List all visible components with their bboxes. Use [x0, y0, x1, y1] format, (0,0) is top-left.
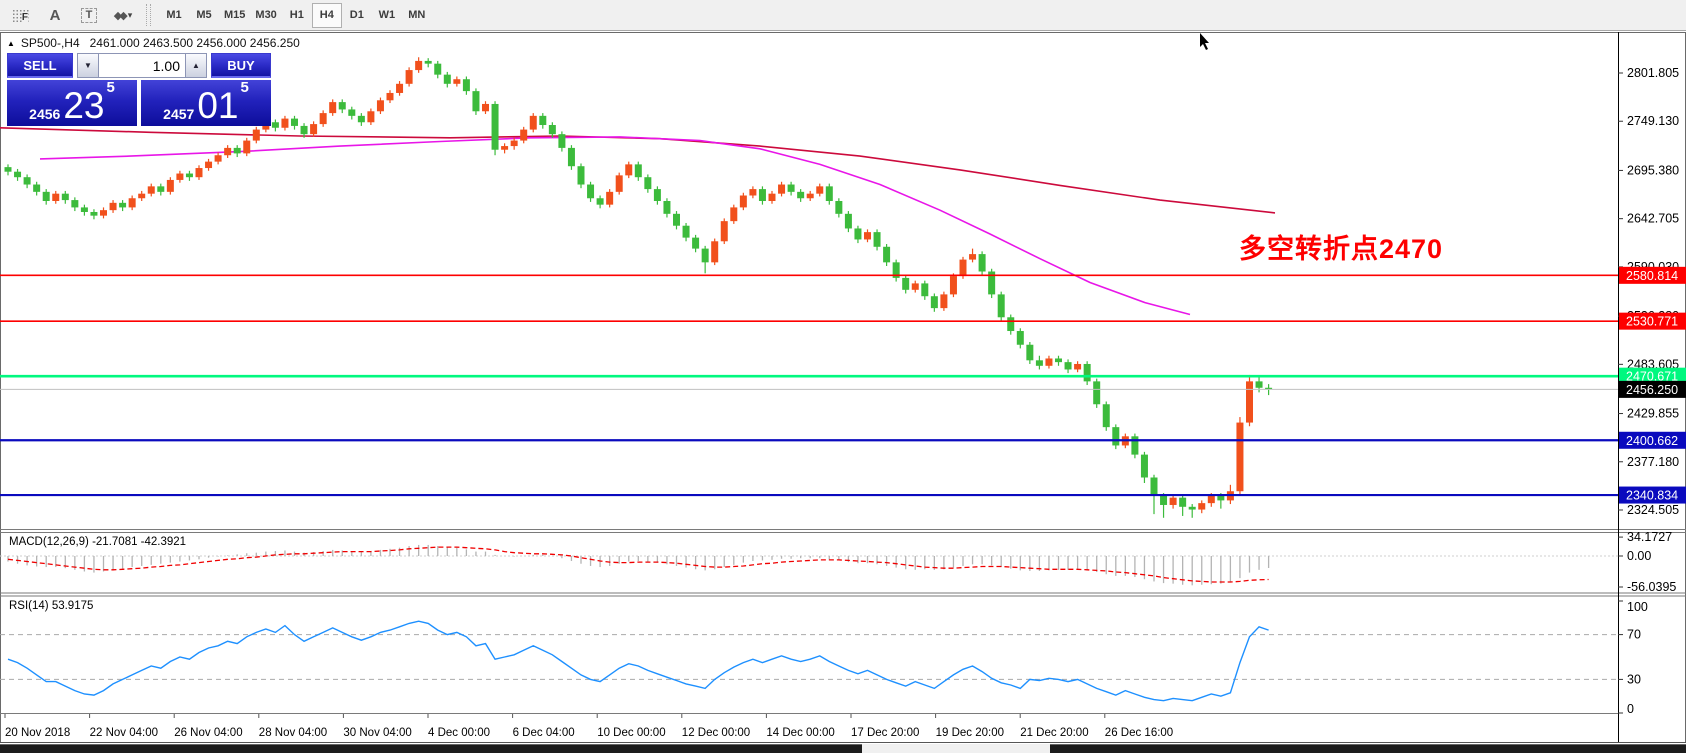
buy-price-pips: 01	[197, 89, 238, 122]
tf-button-M5[interactable]: M5	[189, 3, 219, 28]
sell-button[interactable]: SELL	[7, 53, 73, 78]
text-letter: A	[50, 7, 61, 24]
bottom-window-border-right	[1050, 744, 1686, 753]
timeframes-toolbar: M1M5M15M30H1H4D1W1MN	[159, 0, 432, 30]
sell-price-pips: 23	[63, 89, 104, 122]
dropdown-caret-icon: ▾	[128, 10, 133, 21]
volume-decrease-button[interactable]: ▼	[77, 53, 99, 78]
volume-input[interactable]	[99, 53, 185, 78]
tf-button-H1[interactable]: H1	[282, 3, 312, 28]
collapse-icon[interactable]: ▲	[7, 39, 15, 48]
buy-price-box[interactable]: 2457 01 5	[141, 80, 271, 126]
arrows-glyph: ◆◆	[114, 9, 125, 22]
mt4-window: F A T ◆◆▾ M1M5M15M30H1H4D1W1MN ▲ SP500-,H4 …	[0, 0, 1686, 753]
one-click-trading-panel: SELL ▼ ▲ BUY 2456 23 5 2457 01 5	[7, 53, 271, 126]
toolbar-separator	[146, 4, 151, 26]
tf-button-M15[interactable]: M15	[219, 3, 250, 28]
tf-button-MN[interactable]: MN	[402, 3, 432, 28]
rsi-pane[interactable]	[1, 597, 1619, 714]
chart-header: ▲ SP500-,H4 2461.000 2463.500 2456.000 2…	[7, 36, 300, 50]
fibonacci-tool-icon[interactable]: F	[6, 3, 36, 27]
time-axis[interactable]	[1, 716, 1619, 742]
tf-button-D1[interactable]: D1	[342, 3, 372, 28]
tf-button-H4[interactable]: H4	[312, 3, 342, 28]
label-letter: T	[81, 8, 98, 23]
macd-indicator-label: MACD(12,26,9) -21.7081 -42.3921	[9, 536, 186, 548]
bottom-window-border-left	[0, 744, 862, 753]
buy-price-point: 5	[240, 82, 248, 94]
rsi-indicator-label: RSI(14) 53.9175	[9, 600, 93, 612]
sell-price-point: 5	[106, 82, 114, 94]
chart-window: ▲ SP500-,H4 2461.000 2463.500 2456.000 2…	[0, 32, 1686, 743]
tf-button-M1[interactable]: M1	[159, 3, 189, 28]
macd-pane[interactable]	[1, 534, 1619, 594]
symbol-period-label: SP500-,H4	[21, 36, 80, 50]
buy-price-handle: 2457	[163, 106, 194, 122]
volume-increase-button[interactable]: ▲	[185, 53, 207, 78]
sell-price-box[interactable]: 2456 23 5	[7, 80, 137, 126]
line-studies-toolbar: F A T ◆◆▾	[0, 0, 142, 30]
buy-button[interactable]: BUY	[211, 53, 271, 78]
sell-price-handle: 2456	[29, 106, 60, 122]
window-bottom-edge	[0, 744, 1686, 753]
toolbar: F A T ◆◆▾ M1M5M15M30H1H4D1W1MN	[0, 0, 1686, 31]
text-tool-icon[interactable]: A	[40, 3, 70, 27]
price-axis[interactable]	[1619, 34, 1685, 743]
tf-button-M30[interactable]: M30	[250, 3, 281, 28]
ohlc-values: 2461.000 2463.500 2456.000 2456.250	[90, 36, 300, 50]
text-label-tool-icon[interactable]: T	[74, 3, 104, 27]
chart-annotation: 多空转折点2470	[1239, 227, 1443, 266]
tf-button-W1[interactable]: W1	[372, 3, 402, 28]
arrows-tool-icon[interactable]: ◆◆▾	[108, 3, 138, 27]
fibonacci-letter: F	[22, 13, 28, 22]
